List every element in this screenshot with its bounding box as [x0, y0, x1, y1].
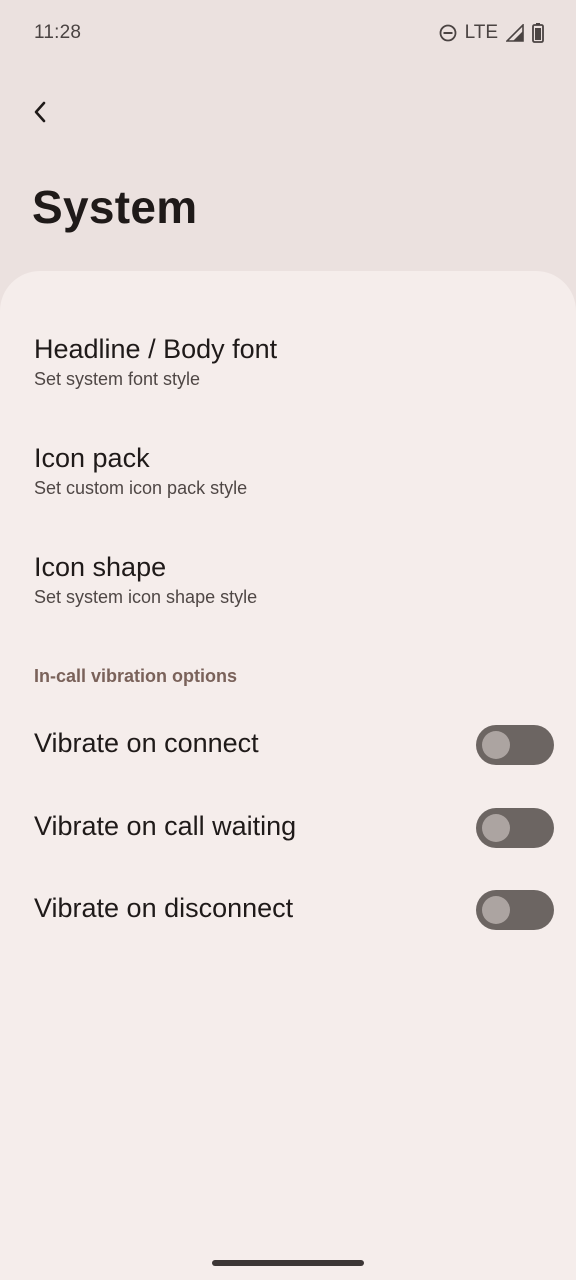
- switch-thumb: [482, 731, 510, 759]
- status-time: 11:28: [34, 22, 82, 43]
- pref-summary: Set system font style: [34, 369, 201, 389]
- section-header-vibration: In-call vibration options: [34, 666, 238, 686]
- gesture-nav-handle[interactable]: [212, 1260, 364, 1266]
- switch-row-vibrate-connect[interactable]: Vibrate on connect: [0, 714, 576, 778]
- do-not-disturb-icon: [439, 24, 457, 42]
- signal-icon: [506, 24, 524, 42]
- switch-label: Vibrate on disconnect: [34, 893, 294, 923]
- vibrate-call-waiting-switch[interactable]: [476, 808, 554, 848]
- pref-icon-pack[interactable]: Icon pack Set custom icon pack style: [34, 442, 576, 500]
- vibrate-connect-switch[interactable]: [476, 725, 554, 765]
- status-bar: 11:28 LTE: [0, 0, 576, 68]
- switch-row-vibrate-call-waiting[interactable]: Vibrate on call waiting: [0, 797, 576, 861]
- pref-summary: Set system icon shape style: [34, 587, 258, 607]
- pref-title: Headline / Body font: [34, 334, 278, 364]
- chevron-left-icon: [30, 99, 50, 130]
- switch-thumb: [482, 896, 510, 924]
- switch-label: Vibrate on call waiting: [34, 811, 297, 841]
- battery-icon: [532, 23, 544, 43]
- network-type: LTE: [464, 22, 498, 43]
- pref-icon-shape[interactable]: Icon shape Set system icon shape style: [34, 551, 576, 609]
- pref-title: Icon pack: [34, 443, 150, 473]
- pref-title: Icon shape: [34, 552, 167, 582]
- settings-sheet: Headline / Body font Set system font sty…: [0, 271, 576, 1280]
- back-button[interactable]: [18, 92, 62, 136]
- switch-label: Vibrate on connect: [34, 728, 259, 758]
- pref-summary: Set custom icon pack style: [34, 478, 248, 498]
- page-title: System: [32, 181, 198, 233]
- switch-row-vibrate-disconnect[interactable]: Vibrate on disconnect: [0, 879, 576, 943]
- status-icons: LTE: [439, 22, 544, 44]
- switch-thumb: [482, 814, 510, 842]
- vibrate-disconnect-switch[interactable]: [476, 890, 554, 930]
- pref-headline-body-font[interactable]: Headline / Body font Set system font sty…: [34, 333, 576, 391]
